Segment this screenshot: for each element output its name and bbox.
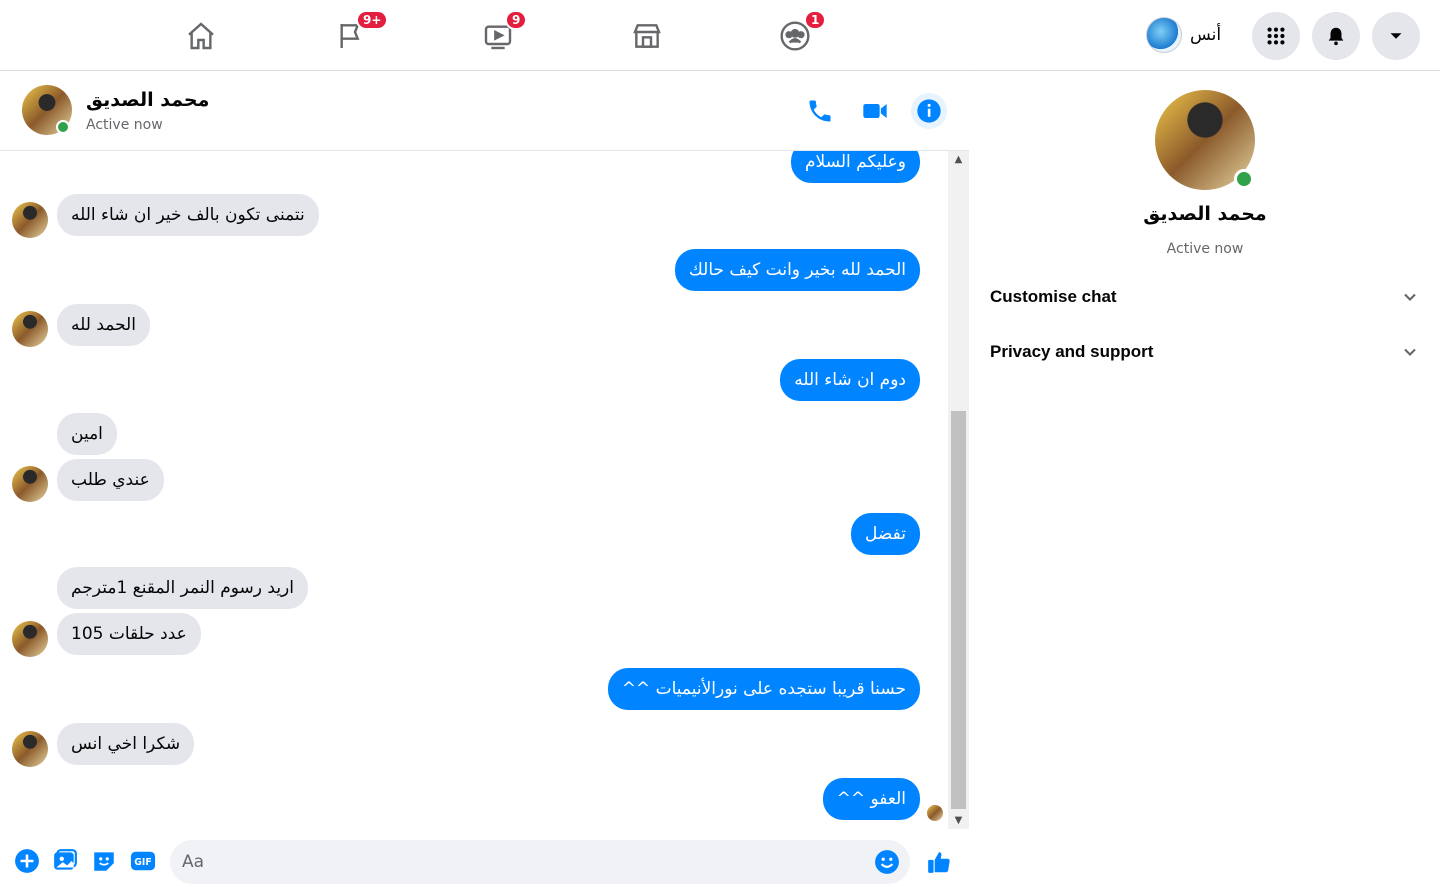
- message-incoming[interactable]: عندي طلب: [57, 459, 164, 501]
- message-outgoing[interactable]: العفو ^^: [822, 778, 920, 820]
- seen-indicator-avatar: [927, 805, 943, 821]
- message-scrollbar[interactable]: ▲ ▼: [948, 151, 969, 829]
- bell-icon: [1328, 27, 1344, 46]
- message-incoming[interactable]: نتمنى تكون بالف خير ان شاء الله: [57, 194, 319, 236]
- grid-menu-icon: [1267, 27, 1285, 45]
- sender-avatar: [12, 621, 48, 657]
- privacy-support-label: Privacy and support: [990, 342, 1154, 361]
- like-button[interactable]: [924, 847, 954, 877]
- privacy-support-section[interactable]: Privacy and support: [982, 327, 1428, 377]
- online-indicator: [56, 120, 70, 134]
- emoji-icon[interactable]: [874, 849, 900, 875]
- sender-avatar: [12, 466, 48, 502]
- message-incoming[interactable]: شكرا اخي انس: [57, 723, 195, 765]
- top-navigation: 9+ 9 1 أنس: [0, 0, 1440, 71]
- message-incoming[interactable]: الحمد لله: [57, 304, 150, 346]
- account-button[interactable]: [1372, 12, 1420, 60]
- photo-icon: [54, 849, 77, 870]
- scroll-thumb[interactable]: [951, 411, 966, 809]
- message-input[interactable]: [170, 840, 910, 884]
- message-incoming[interactable]: امين: [57, 413, 117, 455]
- message-outgoing[interactable]: وعليكم السلام: [791, 151, 920, 183]
- message-incoming[interactable]: عدد حلقات 105: [57, 613, 201, 655]
- message-incoming[interactable]: اريد رسوم النمر المقنع 1مترجم: [57, 567, 308, 609]
- caret-down-icon: [1390, 33, 1402, 39]
- customise-chat-label: Customise chat: [990, 287, 1117, 306]
- nav-tab-home[interactable]: [146, 8, 256, 64]
- message-list[interactable]: وعليكم السلام نتمنى تكون بالف خير ان شاء…: [0, 151, 969, 829]
- gif-label: GIF: [134, 857, 151, 868]
- notifications-button[interactable]: [1312, 12, 1360, 60]
- profile-name: أنس: [1190, 25, 1222, 45]
- watch-badge: 9: [505, 10, 528, 30]
- sticker-button[interactable]: [90, 847, 118, 875]
- gif-button[interactable]: GIF: [129, 847, 157, 875]
- gif-icon: GIF: [130, 851, 156, 871]
- contact-status: Active now: [86, 117, 163, 133]
- nav-tab-watch[interactable]: 9: [443, 8, 553, 64]
- customise-chat-section[interactable]: Customise chat: [982, 272, 1428, 322]
- pages-badge: 9+: [356, 10, 389, 30]
- message-outgoing[interactable]: حسنا قريبا ستجده على نورالأنيميات ^^: [607, 668, 920, 710]
- scroll-down-arrow[interactable]: ▼: [948, 812, 969, 829]
- profile-chip[interactable]: أنس: [1146, 12, 1221, 58]
- chevron-down-icon: [1404, 348, 1416, 356]
- thumbs-up-icon: [928, 852, 950, 873]
- message-composer: GIF: [0, 829, 969, 894]
- phone-icon: [809, 100, 831, 122]
- attach-photo-button[interactable]: [51, 847, 79, 875]
- plus-circle-icon: [15, 849, 39, 873]
- video-call-button[interactable]: [857, 93, 893, 129]
- chevron-down-icon: [1404, 293, 1416, 301]
- conversation-info-panel: محمد الصديق Active now Customise chat Pr…: [970, 71, 1440, 894]
- more-actions-button[interactable]: [13, 847, 41, 875]
- scroll-up-arrow[interactable]: ▲: [948, 151, 969, 168]
- nav-tab-pages[interactable]: 9+: [296, 8, 406, 64]
- video-camera-icon: [863, 104, 887, 118]
- home-icon: [188, 22, 214, 50]
- groups-badge: 1: [804, 10, 827, 30]
- sticker-icon: [94, 852, 114, 871]
- profile-avatar: [1146, 17, 1182, 53]
- voice-call-button[interactable]: [802, 93, 838, 129]
- info-icon: [917, 99, 941, 123]
- menu-button[interactable]: [1252, 12, 1300, 60]
- panel-contact-status: Active now: [1166, 241, 1244, 257]
- chat-header: محمد الصديق Active now: [0, 71, 969, 151]
- sender-avatar: [12, 731, 48, 767]
- panel-contact-name: محمد الصديق: [1143, 203, 1267, 225]
- sender-avatar: [12, 311, 48, 347]
- online-indicator: [1234, 169, 1254, 189]
- contact-name[interactable]: محمد الصديق: [86, 89, 209, 111]
- nav-tab-marketplace[interactable]: [592, 8, 702, 64]
- conversation-info-button[interactable]: [911, 93, 947, 129]
- message-outgoing[interactable]: دوم ان شاء الله: [780, 359, 920, 401]
- sender-avatar: [12, 202, 48, 238]
- store-icon: [633, 24, 661, 48]
- message-outgoing[interactable]: تفضل: [851, 513, 920, 555]
- message-outgoing[interactable]: الحمد لله بخير وانت كيف حالك: [674, 249, 920, 291]
- nav-tab-groups[interactable]: 1: [740, 8, 850, 64]
